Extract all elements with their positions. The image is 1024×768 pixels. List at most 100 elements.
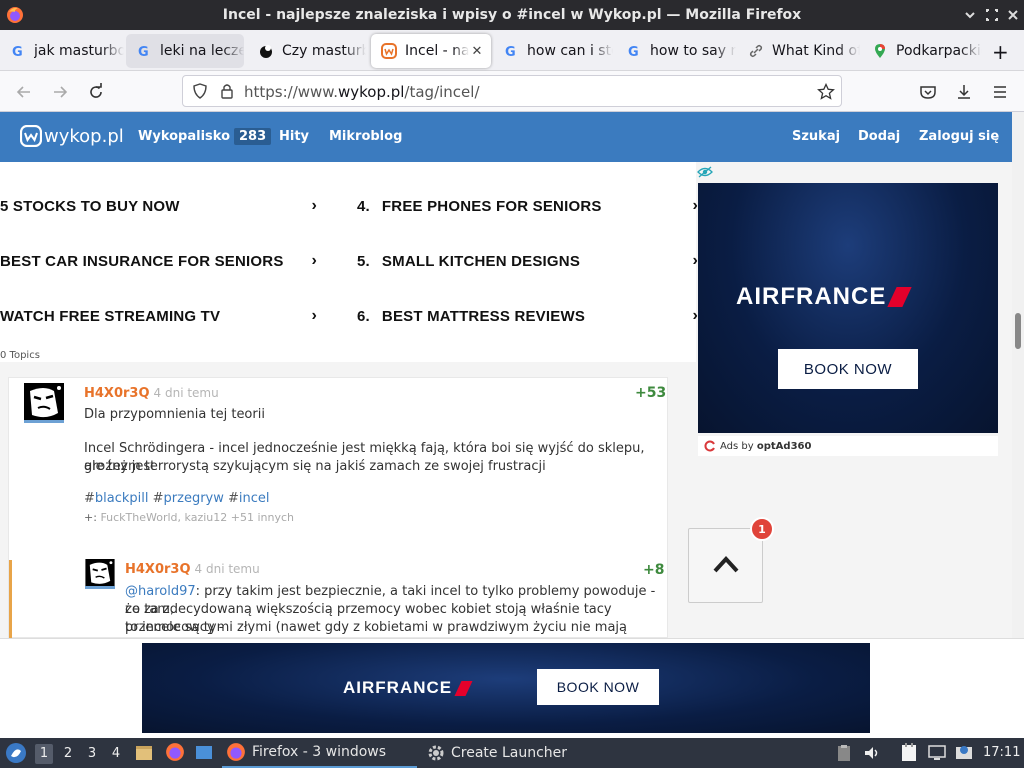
airfrance-ad-banner[interactable]: AIRFRANCE BOOK NOW — [142, 643, 870, 733]
topic-link[interactable]: 5. SMALL KITCHEN DESIGNS › — [345, 238, 698, 284]
url-path: /tag/incel/ — [404, 83, 480, 101]
gear-icon — [428, 745, 444, 761]
clipboard-icon[interactable] — [836, 744, 852, 762]
avatar[interactable] — [85, 559, 115, 589]
topic-link[interactable]: BEST CAR INSURANCE FOR SENIORS › — [0, 238, 325, 284]
tag-link[interactable]: incel — [239, 491, 270, 506]
nav-mikroblog[interactable]: Mikroblog — [329, 129, 402, 144]
link-icon — [749, 44, 763, 58]
sponsored-topics: 5 STOCKS TO BUY NOW › 4. FREE PHONES FOR… — [0, 162, 698, 362]
add-link[interactable]: Dodaj — [858, 129, 900, 144]
show-desktop-icon[interactable] — [194, 743, 214, 763]
chevron-up-icon — [713, 556, 739, 573]
tab-leki-na-leczenie[interactable]: G leki na leczenie — [126, 34, 244, 68]
author-name: H4X0r3Q — [84, 386, 150, 401]
post-author[interactable]: H4X0r3Q 4 dni temu — [84, 386, 219, 401]
tracking-shield-icon[interactable] — [192, 83, 208, 99]
wykop-logo-text: wykop.pl — [44, 125, 124, 147]
app-menu-icon[interactable] — [5, 742, 27, 764]
file-manager-icon[interactable] — [134, 743, 154, 763]
search-link[interactable]: Szukaj — [792, 129, 840, 144]
url-text[interactable]: https://www.wykop.pl/tag/incel/ — [244, 83, 480, 101]
network-icon[interactable] — [927, 744, 947, 762]
downloads-icon[interactable] — [954, 82, 974, 102]
page-scrollbar[interactable] — [1012, 112, 1024, 638]
workspace-1[interactable]: 1 — [35, 744, 53, 764]
tab-how-to-say-no[interactable]: G how to say no — [616, 34, 736, 68]
tab-incel-wykop[interactable]: Incel - najlepsze ✕ — [371, 34, 491, 68]
airfrance-ad-sidebar[interactable]: AIRFRANCE BOOK NOW — [698, 183, 998, 433]
airfrance-logo: AIRFRANCE — [343, 678, 473, 698]
google-icon: G — [12, 45, 23, 59]
voters-prefix: +: — [84, 511, 97, 524]
taskbar-create-launcher[interactable]: Create Launcher — [425, 738, 605, 768]
topic-link[interactable]: 6. BEST MATTRESS REVIEWS › — [345, 293, 698, 339]
workspace-4[interactable]: 4 — [107, 744, 125, 764]
new-tab-button[interactable]: + — [992, 40, 1009, 64]
notes-icon[interactable] — [900, 743, 918, 763]
user-mention-link[interactable]: @harold97 — [125, 584, 196, 599]
topic-link[interactable]: 4. FREE PHONES FOR SENIORS › — [345, 183, 698, 229]
svg-text:G: G — [628, 45, 639, 59]
vote-count[interactable]: +53 — [635, 385, 666, 401]
nav-wykopalisko[interactable]: Wykopalisko 283 — [138, 128, 272, 145]
tab-podkarpackie[interactable]: Podkarpackie — [862, 34, 982, 68]
svg-text:G: G — [12, 45, 23, 59]
firefox-icon — [227, 743, 245, 761]
workspace-3[interactable]: 3 — [83, 744, 101, 764]
bookmark-star-icon[interactable] — [817, 83, 835, 101]
post-time: 4 dni temu — [153, 386, 219, 400]
forward-icon[interactable] — [50, 82, 70, 102]
topic-link[interactable]: 5 STOCKS TO BUY NOW › — [0, 183, 325, 229]
tag-link[interactable]: przegryw — [164, 491, 224, 506]
login-link[interactable]: Zaloguj się — [919, 129, 999, 144]
vote-count[interactable]: +8 — [643, 562, 664, 578]
workspace-2[interactable]: 2 — [59, 744, 77, 764]
tab-jak-masturbowac[interactable]: G jak masturbować — [0, 34, 124, 68]
scrollbar-thumb[interactable] — [1015, 313, 1021, 349]
book-now-button[interactable]: BOOK NOW — [778, 349, 918, 389]
lock-icon[interactable] — [220, 83, 234, 99]
topic-link[interactable]: WATCH FREE STREAMING TV › — [0, 293, 325, 339]
url-prefix: https://www. — [244, 83, 338, 101]
pocket-icon[interactable] — [918, 82, 938, 102]
tab-close-icon[interactable]: ✕ — [469, 44, 485, 59]
hamburger-menu-icon[interactable] — [990, 82, 1010, 102]
book-now-button[interactable]: BOOK NOW — [537, 669, 659, 705]
avatar-image — [85, 559, 115, 586]
voters-list[interactable]: +: FuckTheWorld, kaziu12 +51 innych — [84, 511, 294, 524]
tab-label: leki na leczenie — [160, 43, 244, 59]
navigation-toolbar: https://www.wykop.pl/tag/incel/ — [0, 71, 1024, 112]
adchoices-icon[interactable] — [697, 165, 713, 179]
tab-what-kind-of[interactable]: What Kind of — [738, 34, 860, 68]
clock[interactable]: 17:11 — [983, 745, 1020, 760]
ad-attribution[interactable]: Ads by optAd360 — [698, 436, 998, 456]
minimize-icon[interactable] — [962, 7, 978, 23]
address-bar[interactable]: https://www.wykop.pl/tag/incel/ — [182, 75, 842, 107]
scroll-to-top-button[interactable]: 1 — [688, 517, 774, 603]
tab-label: Czy masturbacja — [282, 43, 366, 59]
notification-badge[interactable]: 1 — [750, 517, 774, 541]
back-icon[interactable] — [14, 82, 34, 102]
taskbar-firefox-windows[interactable]: Firefox - 3 windows — [222, 738, 417, 768]
wykop-logo[interactable]: wykop.pl — [20, 125, 124, 147]
volume-icon[interactable] — [863, 744, 881, 762]
update-notifier-icon[interactable] — [955, 744, 973, 762]
avatar[interactable] — [24, 383, 64, 423]
tab-how-can-i-stop[interactable]: G how can i stop — [493, 34, 613, 68]
post-tags: #blackpill #przegryw #incel — [84, 491, 270, 506]
avatar-image — [24, 383, 64, 420]
nav-hity[interactable]: Hity — [279, 129, 309, 144]
desktop-taskbar: 1 2 3 4 Firefox - 3 windows Create Launc… — [0, 738, 1024, 768]
close-icon[interactable] — [1005, 7, 1021, 23]
topic-label: WATCH FREE STREAMING TV — [0, 307, 221, 325]
airfrance-wordmark: AIRFRANCE — [343, 678, 453, 697]
firefox-icon[interactable] — [165, 742, 185, 762]
maximize-icon[interactable] — [984, 7, 1000, 23]
tag-link[interactable]: blackpill — [95, 491, 149, 506]
post-author[interactable]: H4X0r3Q 4 dni temu — [125, 562, 260, 577]
reload-icon[interactable] — [86, 82, 106, 102]
tab-czy-masturbacja[interactable]: Czy masturbacja — [248, 34, 366, 68]
topic-number: 6. — [357, 307, 370, 325]
tab-label: how can i stop — [527, 43, 613, 59]
